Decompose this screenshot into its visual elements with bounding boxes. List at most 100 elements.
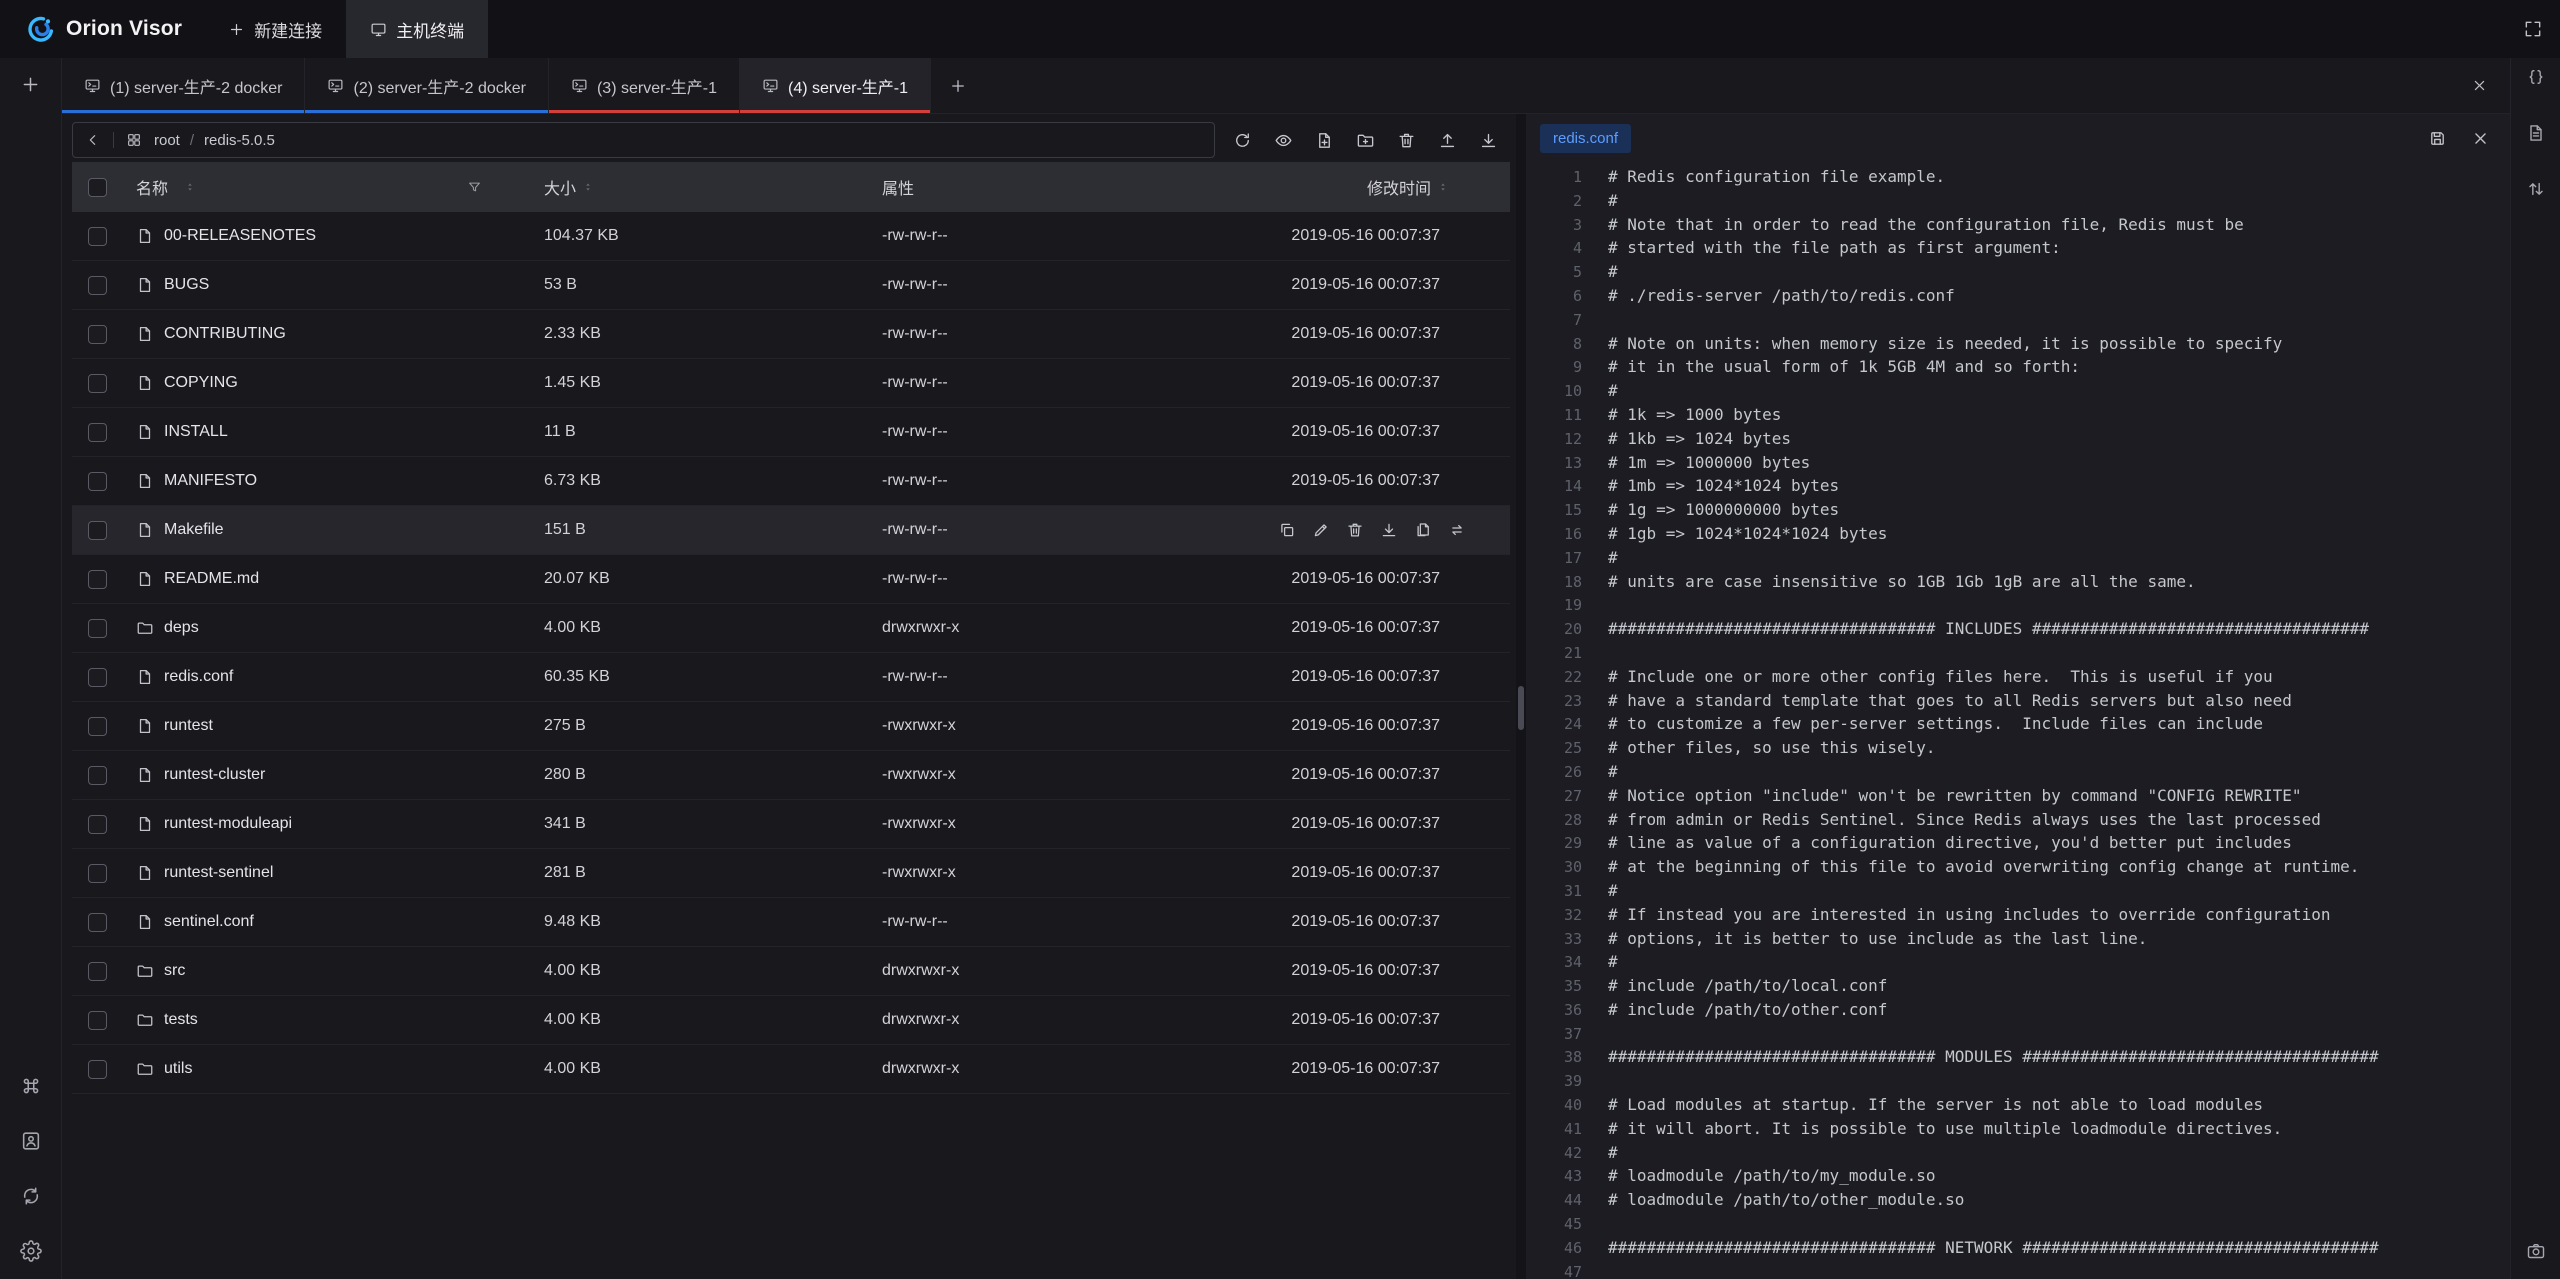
row-checkbox[interactable]: [88, 227, 107, 246]
terminal-tab-4[interactable]: (4) server-生产-1: [740, 58, 931, 113]
row-checkbox[interactable]: [88, 766, 107, 785]
file-row[interactable]: runtest-sentinel281 B-rwxrwxr-x2019-05-1…: [72, 849, 1510, 898]
sync-button[interactable]: [20, 1185, 42, 1207]
row-checkbox[interactable]: [88, 276, 107, 295]
sort-size-button[interactable]: [583, 179, 593, 195]
breadcrumb-segment[interactable]: root: [154, 132, 180, 149]
new-connection-button[interactable]: 新建连接: [204, 0, 346, 58]
sort-mtime-button[interactable]: [1438, 179, 1448, 195]
file-row[interactable]: tests4.00 KBdrwxrwxr-x2019-05-16 00:07:3…: [72, 996, 1510, 1045]
editor-file-tab[interactable]: redis.conf: [1540, 124, 1631, 153]
row-checkbox[interactable]: [88, 374, 107, 393]
file-row[interactable]: sentinel.conf9.48 KB-rw-rw-r--2019-05-16…: [72, 898, 1510, 947]
row-checkbox[interactable]: [88, 962, 107, 981]
download-icon: [1479, 131, 1498, 150]
code-text: #: [1608, 881, 1618, 900]
file-row[interactable]: BUGS53 B-rw-rw-r--2019-05-16 00:07:37: [72, 261, 1510, 310]
row-checkbox[interactable]: [88, 619, 107, 638]
row-checkbox[interactable]: [88, 815, 107, 834]
terminal-tab-label: (3) server-生产-1: [597, 74, 717, 98]
sort-name-button[interactable]: [185, 179, 195, 195]
row-checkbox[interactable]: [88, 521, 107, 540]
row-checkbox[interactable]: [88, 717, 107, 736]
refresh-button[interactable]: [1233, 131, 1252, 150]
download-icon: [1380, 521, 1398, 539]
file-row[interactable]: 00-RELEASENOTES104.37 KB-rw-rw-r--2019-0…: [72, 212, 1510, 261]
file-icon: [136, 815, 154, 833]
row-checkbox[interactable]: [88, 864, 107, 883]
terminal-tab-1[interactable]: (1) server-生产-2 docker: [62, 58, 305, 113]
file-name: runtest-moduleapi: [164, 815, 292, 833]
command-snippets-button[interactable]: [20, 1075, 42, 1097]
duplicate-icon: [1414, 521, 1432, 539]
save-button[interactable]: [2428, 129, 2447, 148]
panel-splitter[interactable]: [1516, 114, 1526, 1279]
file-row[interactable]: utils4.00 KBdrwxrwxr-x2019-05-16 00:07:3…: [72, 1045, 1510, 1094]
file-list-button[interactable]: [2526, 123, 2546, 143]
row-transfer-button[interactable]: [1448, 521, 1466, 539]
screenshot-button[interactable]: [2526, 1241, 2546, 1261]
contacts-button[interactable]: [20, 1130, 42, 1152]
code-text: # started with the file path as first ar…: [1608, 238, 2061, 257]
scrollbar-thumb[interactable]: [1518, 686, 1524, 730]
breadcrumb-segment[interactable]: redis-5.0.5: [204, 132, 275, 149]
host-terminal-tab[interactable]: 主机终端: [346, 0, 488, 58]
delete-button[interactable]: [1397, 131, 1416, 150]
file-row[interactable]: redis.conf60.35 KB-rw-rw-r--2019-05-16 0…: [72, 653, 1510, 702]
download-button[interactable]: [1479, 131, 1498, 150]
row-checkbox[interactable]: [88, 1011, 107, 1030]
file-row[interactable]: runtest-cluster280 B-rwxrwxr-x2019-05-16…: [72, 751, 1510, 800]
row-checkbox[interactable]: [88, 668, 107, 687]
settings-button[interactable]: [20, 1240, 42, 1262]
file-size: 104.37 KB: [542, 212, 872, 260]
row-checkbox[interactable]: [88, 913, 107, 932]
file-row[interactable]: INSTALL11 B-rw-rw-r--2019-05-16 00:07:37: [72, 408, 1510, 457]
file-size: 60.35 KB: [542, 653, 872, 701]
row-edit-button[interactable]: [1312, 521, 1330, 539]
new-file-button[interactable]: [1315, 131, 1334, 150]
code-editor[interactable]: 1# Redis configuration file example.2#3#…: [1526, 162, 2510, 1279]
file-row[interactable]: MANIFESTO6.73 KB-rw-rw-r--2019-05-16 00:…: [72, 457, 1510, 506]
row-checkbox[interactable]: [88, 1060, 107, 1079]
upload-button[interactable]: [1438, 131, 1457, 150]
row-checkbox[interactable]: [88, 472, 107, 491]
file-row[interactable]: runtest-moduleapi341 B-rwxrwxr-x2019-05-…: [72, 800, 1510, 849]
row-duplicate-button[interactable]: [1414, 521, 1432, 539]
code-line: 41# it will abort. It is possible to use…: [1526, 1117, 2510, 1141]
file-row[interactable]: src4.00 KBdrwxrwxr-x2019-05-16 00:07:37: [72, 947, 1510, 996]
code-line: 20################################## INC…: [1526, 617, 2510, 641]
select-all-checkbox[interactable]: [88, 178, 107, 197]
row-download-button[interactable]: [1380, 521, 1398, 539]
file-row[interactable]: runtest275 B-rwxrwxr-x2019-05-16 00:07:3…: [72, 702, 1510, 751]
file-size: 4.00 KB: [542, 1045, 872, 1093]
file-mtime: 2019-05-16 00:07:37: [1172, 898, 1510, 946]
file-row[interactable]: README.md20.07 KB-rw-rw-r--2019-05-16 00…: [72, 555, 1510, 604]
close-all-tabs-button[interactable]: [2449, 58, 2510, 113]
row-checkbox[interactable]: [88, 325, 107, 344]
fullscreen-button[interactable]: [2523, 19, 2543, 39]
code-line: 45: [1526, 1212, 2510, 1236]
show-hidden-button[interactable]: [1274, 131, 1293, 150]
editor-close-button[interactable]: [2471, 129, 2490, 148]
logo-icon: [26, 14, 56, 44]
row-delete-button[interactable]: [1346, 521, 1364, 539]
row-copy-button[interactable]: [1278, 521, 1296, 539]
file-icon: [136, 325, 154, 343]
terminal-tab-2[interactable]: (2) server-生产-2 docker: [305, 58, 548, 113]
row-checkbox[interactable]: [88, 570, 107, 589]
file-row[interactable]: deps4.00 KBdrwxrwxr-x2019-05-16 00:07:37: [72, 604, 1510, 653]
transfer-list-button[interactable]: [2526, 179, 2546, 199]
new-terminal-button[interactable]: [20, 74, 41, 95]
fullscreen-icon: [2523, 19, 2543, 39]
new-folder-button[interactable]: [1356, 131, 1375, 150]
back-button[interactable]: [85, 132, 101, 148]
tab-bar-spacer: [985, 58, 2449, 113]
file-row[interactable]: COPYING1.45 KB-rw-rw-r--2019-05-16 00:07…: [72, 359, 1510, 408]
file-row[interactable]: Makefile151 B-rw-rw-r--: [72, 506, 1510, 555]
file-row[interactable]: CONTRIBUTING2.33 KB-rw-rw-r--2019-05-16 …: [72, 310, 1510, 359]
json-view-button[interactable]: [2526, 67, 2546, 87]
add-terminal-tab-button[interactable]: [931, 58, 985, 113]
row-checkbox[interactable]: [88, 423, 107, 442]
terminal-tab-3[interactable]: (3) server-生产-1: [549, 58, 740, 113]
filter-name-button[interactable]: [467, 180, 482, 195]
